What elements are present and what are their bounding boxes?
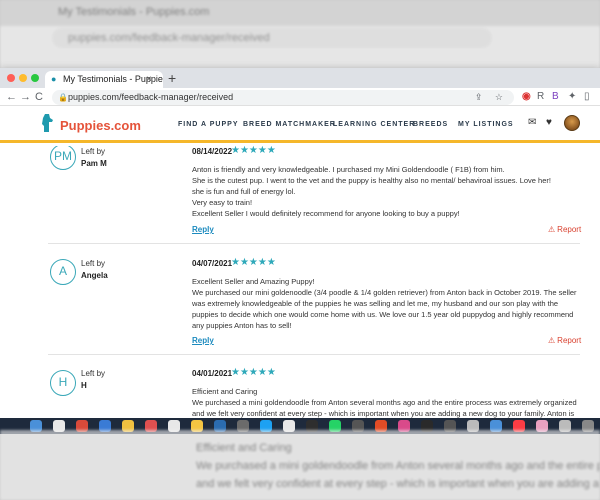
review-line: She is the cutest pup. I went to the vet…	[192, 176, 551, 185]
background-text-line: Efficient and Caring	[196, 442, 292, 454]
puppy-favicon-icon: ●	[51, 74, 57, 84]
review-line: Excellent Seller I would definitely reco…	[192, 209, 460, 218]
background-url: puppies.com/feedback-manager/received	[52, 28, 492, 48]
extension-lastpass-icon[interactable]: ◉	[522, 90, 531, 104]
review-text: Anton is friendly and very knowledgeable…	[192, 164, 582, 219]
star-rating-icon: ★★★★★	[231, 257, 276, 268]
mail-icon[interactable]: ✉	[528, 117, 536, 128]
review-line: she is fun and full of energy lol.	[192, 187, 296, 196]
nav-breeds[interactable]: BREEDS	[413, 121, 448, 128]
review-line: and we felt very confident at every step…	[192, 409, 575, 418]
review-text: Excellent Seller and Amazing Puppy! We p…	[192, 276, 582, 331]
review-divider	[48, 354, 580, 355]
address-bar[interactable]: 🔒 puppies.com/feedback-manager/received …	[52, 90, 514, 105]
review-line: Anton is friendly and very knowledgeable…	[192, 165, 505, 174]
left-by-label: Left by	[81, 147, 106, 156]
back-button[interactable]: ←	[6, 90, 17, 104]
review-line: puppies to decide which one would come h…	[192, 310, 574, 319]
url-text: puppies.com/feedback-manager/received	[68, 92, 234, 102]
warning-icon: ⚠	[548, 336, 556, 345]
reply-link[interactable]: Reply	[192, 225, 214, 234]
lock-icon: 🔒	[58, 93, 68, 102]
tab-close-icon[interactable]: ×	[146, 71, 152, 88]
reviewer-avatar: A	[50, 259, 76, 285]
heart-icon[interactable]: ♥	[546, 117, 552, 128]
review-line: We purchased our mini goldenoodle (3/4 p…	[192, 288, 577, 297]
review-date: 04/07/2021	[192, 259, 233, 268]
report-link[interactable]: ⚠ Report	[548, 336, 581, 345]
site-logo[interactable]: Puppies.com	[60, 118, 141, 133]
maximize-window-button[interactable]	[31, 74, 39, 82]
minimize-window-button[interactable]	[19, 74, 27, 82]
reviewer-avatar: H	[50, 370, 76, 396]
nav-learning-center[interactable]: LEARNING CENTER	[333, 121, 415, 128]
reviewer-name: Angela	[81, 271, 108, 280]
close-window-button[interactable]	[7, 74, 15, 82]
user-avatar[interactable]	[564, 115, 580, 131]
review-date: 08/14/2022	[192, 147, 233, 156]
review-line: any puppies Anton has to sell!	[192, 321, 292, 330]
background-text-line: We purchased a mini goldendoodle from An…	[196, 460, 600, 472]
star-rating-icon: ★★★★★	[231, 146, 276, 156]
warning-icon: ⚠	[548, 225, 556, 234]
dog-logo-icon	[42, 114, 53, 132]
reviewer-name: Pam M	[81, 159, 107, 168]
extension-b-icon[interactable]: B	[552, 90, 559, 104]
sidebar-icon[interactable]: ▯	[584, 90, 590, 104]
review-date: 04/01/2021	[192, 369, 233, 378]
extension-r-icon[interactable]: R	[537, 90, 544, 104]
report-label: Report	[557, 336, 582, 345]
background-browser-top: My Testimonials - Puppies.com puppies.co…	[0, 0, 600, 70]
browser-window: ● My Testimonials - Puppies.com × + ← → …	[0, 68, 600, 418]
reviews-list: PM Left by Pam M 08/14/2022 ★★★★★ Anton …	[0, 146, 600, 418]
reply-link[interactable]: Reply	[192, 336, 214, 345]
report-link[interactable]: ⚠ Report	[548, 225, 581, 234]
reviewer-name: H	[81, 381, 87, 390]
review-text: Efficient and Caring We purchased a mini…	[192, 386, 582, 418]
background-tab-title: My Testimonials - Puppies.com	[58, 6, 210, 18]
review-line: Excellent Seller and Amazing Puppy!	[192, 277, 315, 286]
reload-button[interactable]: C	[35, 90, 43, 104]
star-rating-icon: ★★★★★	[231, 367, 276, 378]
tab-bar: ● My Testimonials - Puppies.com × +	[0, 68, 600, 88]
extensions-puzzle-icon[interactable]: ✦	[568, 90, 576, 104]
left-by-label: Left by	[81, 369, 106, 378]
site-header: Puppies.com FIND A PUPPY BREED MATCHMAKE…	[0, 106, 600, 143]
browser-toolbar: ← → C 🔒 puppies.com/feedback-manager/rec…	[0, 88, 600, 106]
review-line: Very easy to train!	[192, 198, 253, 207]
background-window-bottom: Efficient and Caring We purchased a mini…	[0, 430, 600, 500]
share-bookmark-icons[interactable]: ⇪ ☆	[475, 90, 508, 105]
nav-breed-matchmaker[interactable]: BREED MATCHMAKER	[243, 121, 336, 128]
review-line: We purchased a mini goldendoodle from An…	[192, 398, 577, 407]
forward-button[interactable]: →	[20, 90, 31, 104]
review-divider	[48, 243, 580, 244]
review-line: was extremely knowledgeable of the puppi…	[192, 299, 559, 308]
reviewer-avatar: PM	[50, 146, 76, 170]
nav-my-listings[interactable]: MY LISTINGS	[458, 121, 514, 128]
new-tab-button[interactable]: +	[168, 70, 176, 87]
nav-find-a-puppy[interactable]: FIND A PUPPY	[178, 121, 239, 128]
review-line: Efficient and Caring	[192, 387, 258, 396]
background-text-line: and we felt very confident at every step…	[196, 478, 600, 490]
left-by-label: Left by	[81, 259, 106, 268]
report-label: Report	[557, 225, 582, 234]
